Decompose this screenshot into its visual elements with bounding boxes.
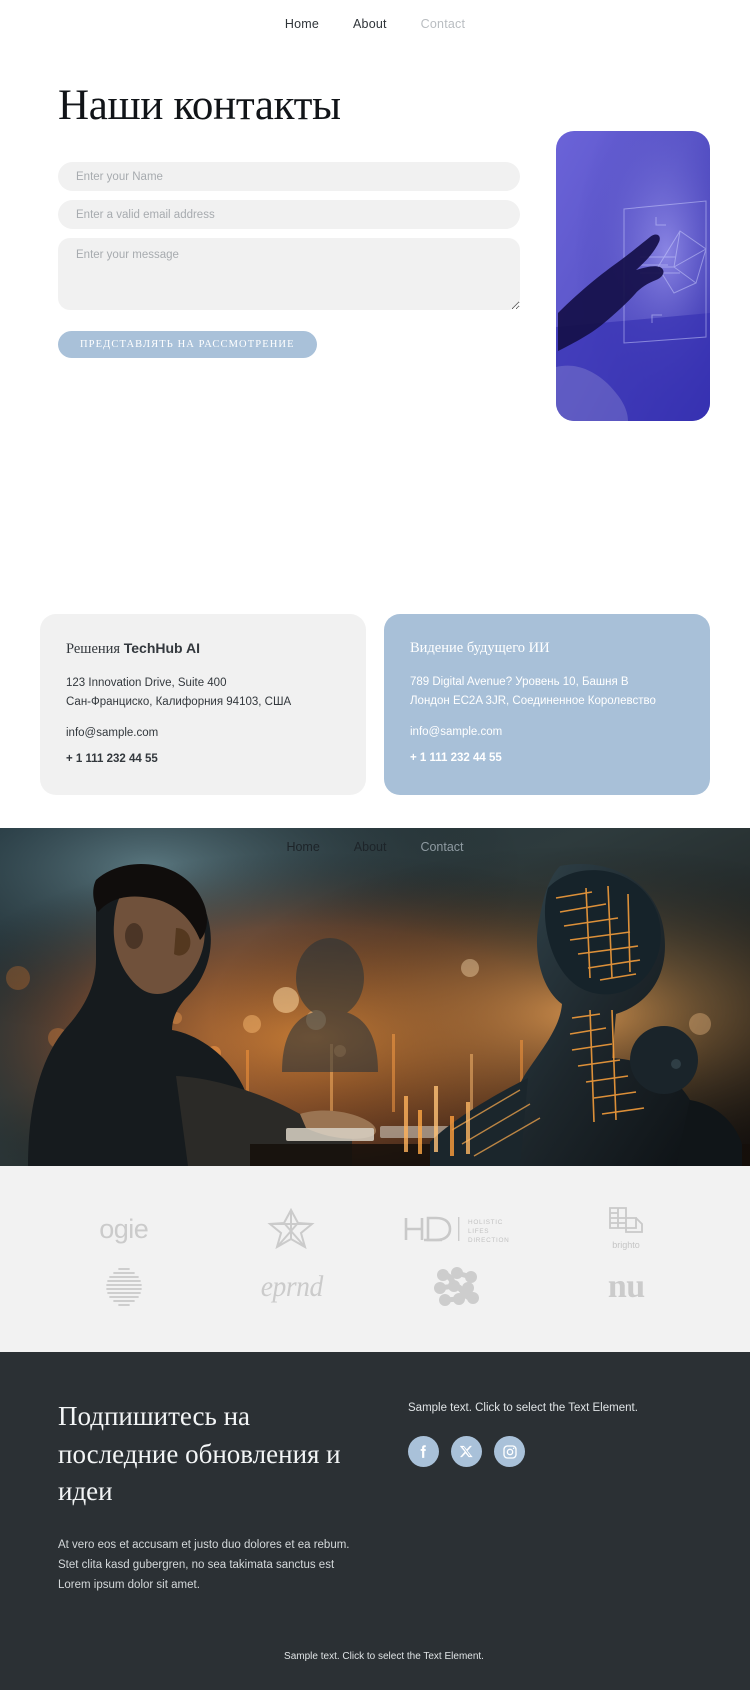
logo-nu: nu [546, 1258, 706, 1316]
footer-left-column: Подпишитесь на последние обновления и ид… [58, 1398, 368, 1595]
card-address-line2: Сан-Франциско, Калифорния 94103, США [66, 695, 292, 708]
card-email[interactable]: info@sample.com [66, 727, 340, 739]
logo-nu-label: nu [607, 1268, 645, 1306]
holographic-touch-image [556, 131, 710, 421]
nav-item-home[interactable]: Home [285, 17, 319, 31]
logo-ogie: ogie [44, 1200, 204, 1258]
name-input[interactable] [58, 162, 520, 191]
social-links [408, 1436, 710, 1468]
card-address-line2: Лондон EC2A 3JR, Соединенное Королевство [410, 694, 656, 707]
svg-text:LIFES: LIFES [468, 1228, 489, 1235]
page-title: Наши контакты [58, 82, 341, 129]
top-navigation: Home About Contact [0, 0, 750, 47]
footer-bottom-text: Sample text. Click to select the Text El… [284, 1651, 484, 1663]
card-phone[interactable]: + 1 111 232 44 55 [66, 753, 340, 765]
logo-brighto: brighto [546, 1200, 706, 1258]
woman-and-robot-image [0, 828, 750, 1167]
card-address-line1: 789 Digital Avenue? Уровень 10, Башня В [410, 676, 629, 688]
card-title-brand: TechHub AI [123, 640, 200, 656]
contact-cards: Решения TechHub AI 123 Innovation Drive,… [0, 614, 750, 796]
submit-button[interactable]: ПРЕДСТАВЛЯТЬ НА РАССМОТРЕНИЕ [58, 331, 317, 358]
message-textarea[interactable] [58, 238, 520, 310]
footer-grid: Подпишитесь на последние обновления и ид… [58, 1398, 710, 1595]
band-nav-item-about[interactable]: About [354, 840, 387, 854]
card-title: Видение будущего ИИ [410, 640, 550, 656]
contact-hero-section: Наши контакты ПРЕДСТАВЛЯТЬ НА РАССМОТРЕН… [0, 47, 750, 592]
svg-text:HOLISTIC: HOLISTIC [468, 1219, 503, 1226]
contact-form: ПРЕДСТАВЛЯТЬ НА РАССМОТРЕНИЕ [58, 162, 520, 358]
logo-row-1: ogie HOLISTIC LIFES DIRECTION brighto [40, 1200, 710, 1258]
partner-logos: ogie HOLISTIC LIFES DIRECTION brighto ep… [0, 1166, 750, 1353]
contact-card-techhub: Решения TechHub AI 123 Innovation Drive,… [40, 614, 366, 796]
card-address: 789 Digital Avenue? Уровень 10, Башня В … [410, 673, 684, 710]
hero-band: Home About Contact [0, 828, 750, 1167]
email-input[interactable] [58, 200, 520, 229]
footer-heading: Подпишитесь на последние обновления и ид… [58, 1401, 341, 1506]
site-footer: Подпишитесь на последние обновления и ид… [0, 1352, 750, 1690]
footer-sample-text: Sample text. Click to select the Text El… [408, 1402, 638, 1415]
card-email[interactable]: info@sample.com [410, 726, 684, 738]
logo-star-flower-icon [211, 1200, 371, 1258]
card-title: Решения TechHub AI [66, 640, 340, 658]
instagram-icon[interactable] [494, 1436, 525, 1468]
card-phone[interactable]: + 1 111 232 44 55 [410, 752, 684, 764]
card-title-prefix: Решения [66, 641, 121, 657]
contact-card-vision: Видение будущего ИИ 789 Digital Avenue? … [384, 614, 710, 796]
x-twitter-icon[interactable] [451, 1436, 482, 1468]
band-nav-item-home[interactable]: Home [286, 840, 319, 854]
logo-dot-cluster-icon [379, 1258, 539, 1316]
logo-ogie-label: ogie [99, 1213, 149, 1244]
footer-right-column: Sample text. Click to select the Text El… [408, 1398, 710, 1595]
nav-item-about[interactable]: About [353, 17, 387, 31]
logo-hd-holistic: HOLISTIC LIFES DIRECTION [379, 1200, 539, 1258]
nav-item-contact[interactable]: Contact [421, 17, 465, 31]
band-nav-item-contact[interactable]: Contact [420, 840, 463, 854]
page-root: Home About Contact Наши контакты ПРЕДСТА… [0, 0, 750, 1690]
logo-striped-sphere-icon [44, 1258, 204, 1316]
card-address-line1: 123 Innovation Drive, Suite 400 [66, 677, 227, 689]
overlay-navigation: Home About Contact [0, 840, 750, 854]
logo-eprnd: eprnd [211, 1258, 371, 1316]
svg-text:DIRECTION: DIRECTION [468, 1237, 509, 1244]
svg-text:brighto: brighto [612, 1240, 640, 1250]
facebook-icon[interactable] [408, 1436, 439, 1468]
card-address: 123 Innovation Drive, Suite 400 Сан-Фран… [66, 674, 340, 711]
logo-row-2: eprnd nu [40, 1258, 710, 1316]
logo-eprnd-label: eprnd [260, 1270, 323, 1304]
footer-body-text: At vero eos et accusam et justo duo dolo… [58, 1539, 350, 1591]
